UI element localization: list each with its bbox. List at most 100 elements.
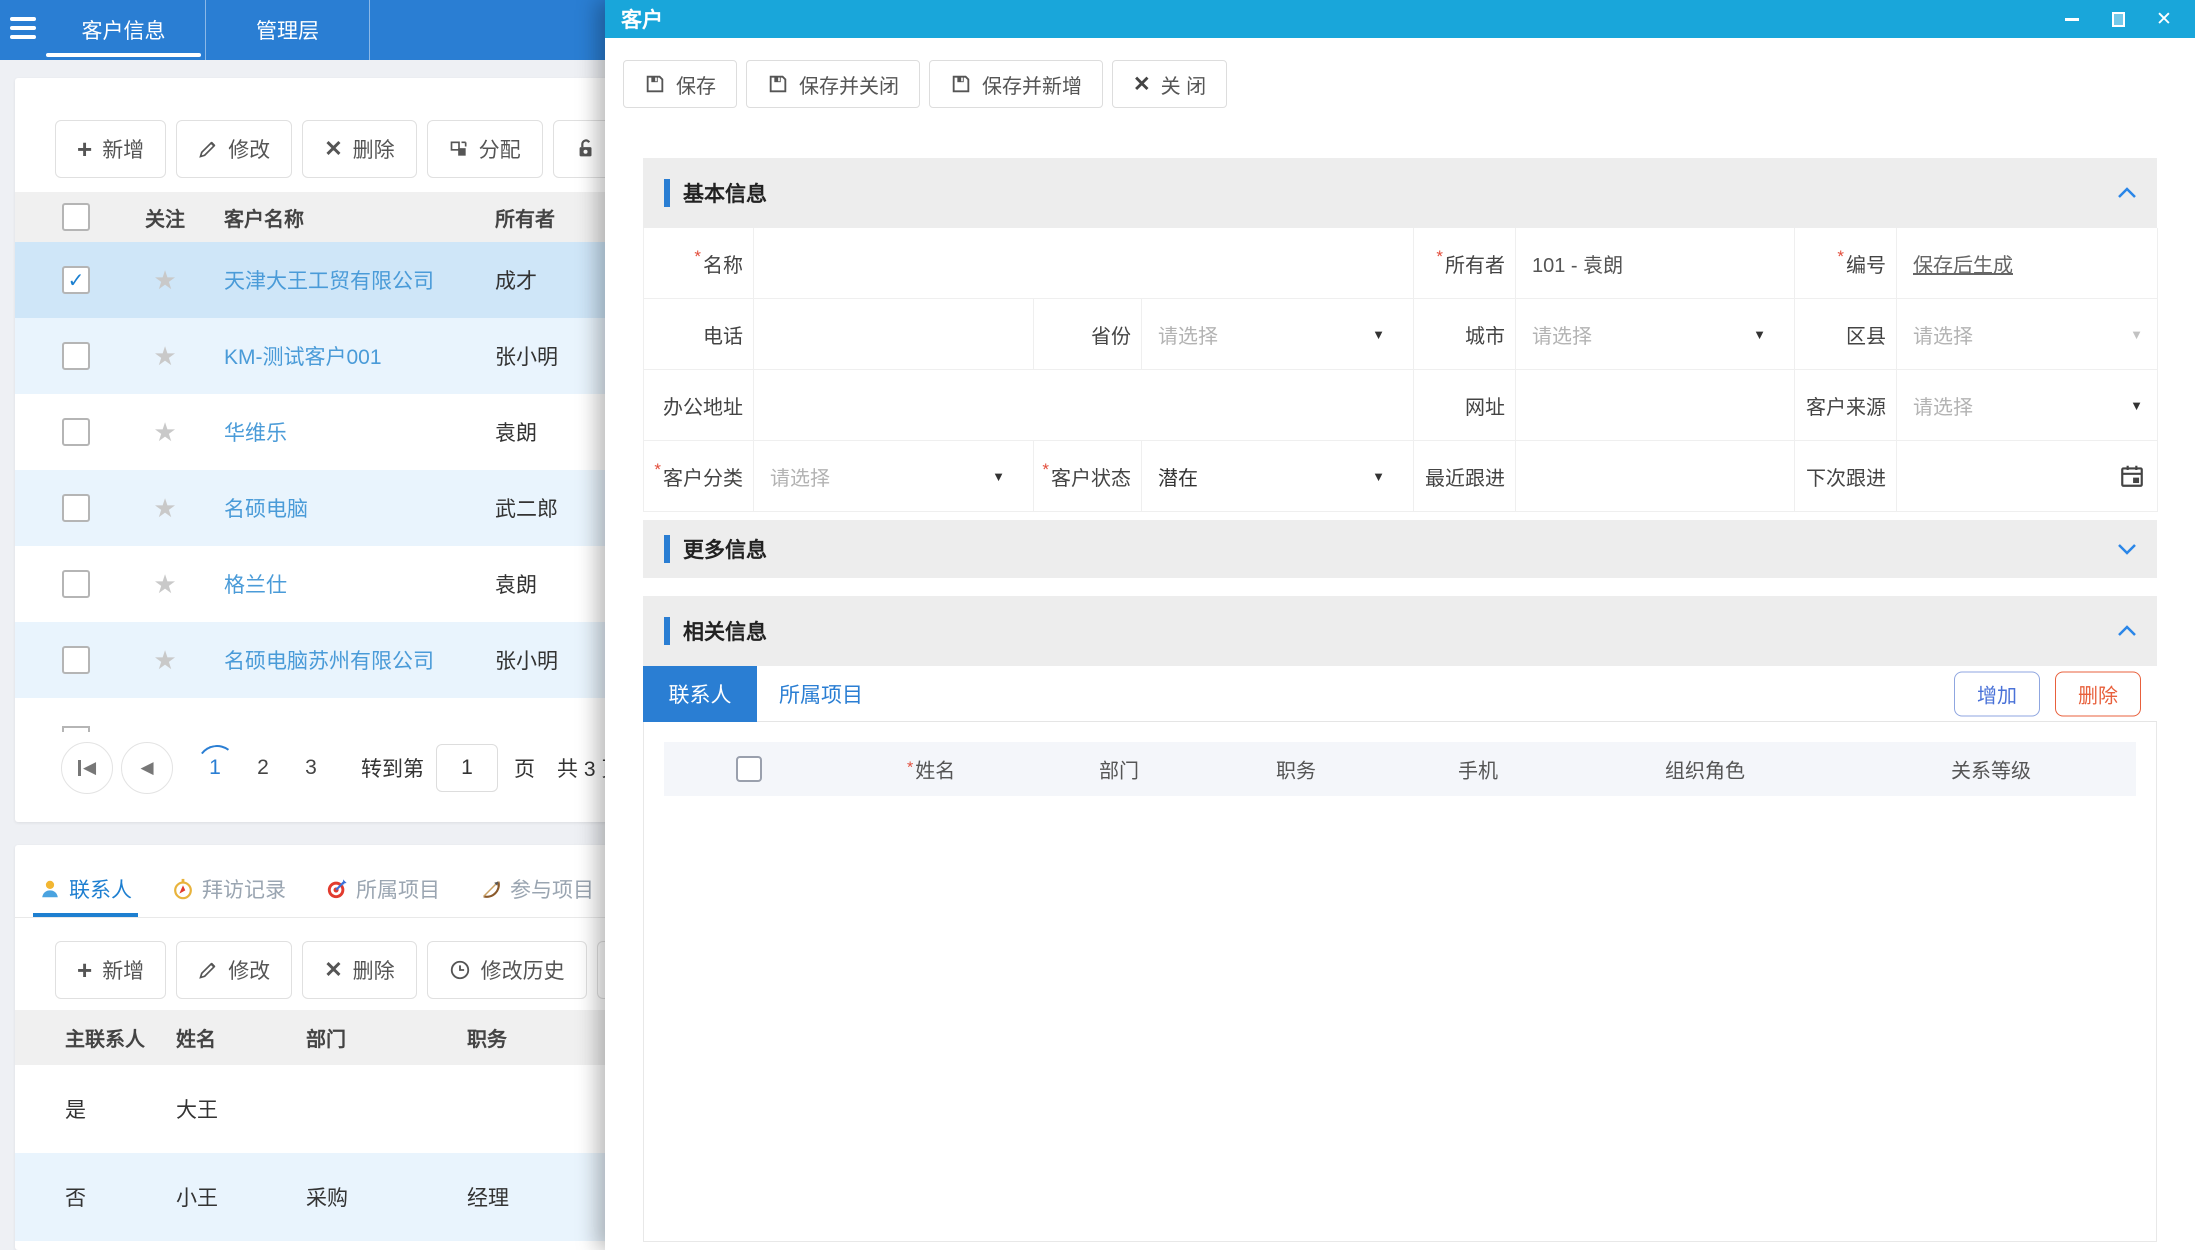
customer-name-link[interactable]: 华维乐 (224, 417, 495, 447)
tab-visit-records[interactable]: 拜访记录 (172, 861, 286, 917)
close-button[interactable]: ✕ 关 闭 (1112, 60, 1227, 108)
status-select[interactable]: 潜在 ▼ (1142, 441, 1414, 512)
last-follow-field[interactable] (1516, 441, 1795, 512)
tab-participated-projects[interactable]: 参与项目 (480, 861, 594, 917)
star-icon[interactable]: ★ (153, 341, 176, 371)
hamburger-menu-icon[interactable] (10, 17, 38, 43)
goto-page-input[interactable] (436, 744, 498, 792)
tab-customer-info[interactable]: 客户信息 (42, 0, 206, 60)
maximize-button[interactable] (2109, 10, 2127, 28)
contact-row[interactable]: 是 大王 (15, 1065, 655, 1153)
customer-row[interactable]: ★ 名硕电脑苏州有限公司 张小明 (15, 622, 655, 698)
customer-row[interactable]: ★ 格兰仕 袁朗 (15, 546, 655, 622)
code-field: 保存后生成 (1897, 228, 2158, 299)
owner-field[interactable]: 101 - 袁朗 (1516, 228, 1795, 299)
customer-name-link[interactable]: KM-测试客户001 (224, 341, 495, 371)
section-title: 更多信息 (683, 534, 767, 564)
district-select[interactable]: 请选择 ▼ (1897, 299, 2158, 370)
first-page-icon (78, 760, 81, 776)
edit-history-button[interactable]: 修改历史 (427, 941, 587, 999)
save-button[interactable]: 保存 (623, 60, 737, 108)
add-row-button[interactable]: 增加 (1954, 671, 2040, 716)
first-page-button[interactable]: ◀ (61, 742, 113, 794)
page-number-1[interactable]: 1 (195, 748, 235, 788)
next-follow-date-field[interactable] (1897, 441, 2158, 512)
star-icon[interactable]: ★ (153, 493, 176, 523)
save-and-new-button[interactable]: 保存并新增 (929, 60, 1103, 108)
star-icon[interactable]: ★ (153, 569, 176, 599)
star-icon[interactable]: ★ (153, 645, 176, 675)
goto-page-label: 转到第 (361, 753, 424, 783)
row-checkbox[interactable] (62, 570, 90, 598)
close-dialog-button[interactable]: ✕ (2155, 10, 2173, 28)
customer-row[interactable]: ✓ ★ 天津大王工贸有限公司 成才 (15, 242, 655, 318)
chevron-up-icon[interactable] (2117, 625, 2137, 637)
row-checkbox[interactable] (62, 342, 90, 370)
code-generated-link[interactable]: 保存后生成 (1913, 249, 2013, 278)
source-select[interactable]: 请选择 ▼ (1897, 370, 2158, 441)
customer-row[interactable]: ★ KM-测试客户001 张小明 (15, 318, 655, 394)
section-related-info[interactable]: 相关信息 (643, 596, 2157, 666)
assign-icon (449, 139, 469, 159)
delete-contact-button[interactable]: ✕ 删除 (302, 941, 416, 999)
section-title: 基本信息 (683, 178, 767, 208)
customer-name-link[interactable]: 名硕电脑苏州有限公司 (224, 645, 495, 675)
edit-contact-button[interactable]: 修改 (176, 941, 292, 999)
tab-contacts[interactable]: 联系人 (39, 861, 132, 917)
name-input[interactable] (754, 228, 1414, 299)
save-icon (767, 73, 789, 95)
select-all-checkbox[interactable] (62, 203, 90, 231)
star-icon[interactable]: ★ (153, 265, 176, 295)
owner-cell: 袁朗 (495, 569, 537, 599)
bow-arrow-icon (480, 878, 502, 900)
edit-button[interactable]: 修改 (176, 120, 292, 178)
customer-name-link[interactable]: 名硕电脑 (224, 493, 495, 523)
follow-column-header: 关注 (135, 203, 195, 232)
minimize-button[interactable] (2063, 10, 2081, 28)
customer-name-link[interactable]: 格兰仕 (224, 569, 495, 599)
section-more-info[interactable]: 更多信息 (643, 520, 2157, 578)
website-input[interactable] (1516, 370, 1795, 441)
save-and-close-button[interactable]: 保存并关闭 (746, 60, 920, 108)
customer-name-link[interactable]: 天津大王工贸有限公司 (224, 265, 495, 295)
row-checkbox-checked[interactable]: ✓ (62, 266, 90, 294)
page-number-2[interactable]: 2 (243, 748, 283, 788)
tab-management[interactable]: 管理层 (206, 0, 370, 60)
x-icon: ✕ (1133, 72, 1151, 97)
plus-icon: + (77, 136, 92, 162)
category-select[interactable]: 请选择 ▼ (754, 441, 1034, 512)
tab-owned-projects[interactable]: 所属项目 (326, 861, 440, 917)
chevron-down-icon[interactable] (2117, 543, 2137, 555)
chevron-up-icon[interactable] (2117, 187, 2137, 199)
add-button[interactable]: + 新增 (55, 120, 166, 178)
row-checkbox[interactable] (62, 418, 90, 446)
delete-row-button[interactable]: 删除 (2055, 671, 2141, 716)
add-contact-button[interactable]: + 新增 (55, 941, 166, 999)
assign-button[interactable]: 分配 (427, 120, 543, 178)
name-column-header: 姓名 (907, 755, 955, 784)
customer-row[interactable]: ★ 名硕电脑 武二郎 (15, 470, 655, 546)
contact-row[interactable]: 否 小王 采购 经理 (15, 1153, 655, 1241)
customer-row[interactable]: ★ 华维乐 袁朗 (15, 394, 655, 470)
star-icon[interactable]: ★ (153, 417, 176, 447)
relation-level-column-header: 关系等级 (1951, 755, 2031, 784)
address-input[interactable] (754, 370, 1414, 441)
owner-cell: 武二郎 (495, 493, 558, 523)
select-all-checkbox[interactable] (736, 756, 762, 782)
province-label: 省份 (1034, 299, 1142, 370)
page-suffix-label: 页 (514, 753, 535, 783)
section-basic-info[interactable]: 基本信息 (643, 158, 2157, 228)
phone-input[interactable] (754, 299, 1034, 370)
tab-contacts-related[interactable]: 联系人 (643, 666, 757, 722)
province-select[interactable]: 请选择 ▼ (1142, 299, 1414, 370)
save-icon (950, 73, 972, 95)
page-number-3[interactable]: 3 (291, 748, 331, 788)
dept-column-header: 部门 (1099, 755, 1139, 784)
calendar-icon[interactable] (2119, 463, 2145, 489)
row-checkbox[interactable] (62, 646, 90, 674)
tab-projects-related[interactable]: 所属项目 (779, 679, 863, 709)
city-select[interactable]: 请选择 ▼ (1516, 299, 1795, 370)
row-checkbox[interactable] (62, 494, 90, 522)
previous-page-button[interactable]: ◀ (121, 742, 173, 794)
delete-button[interactable]: ✕ 删除 (302, 120, 416, 178)
